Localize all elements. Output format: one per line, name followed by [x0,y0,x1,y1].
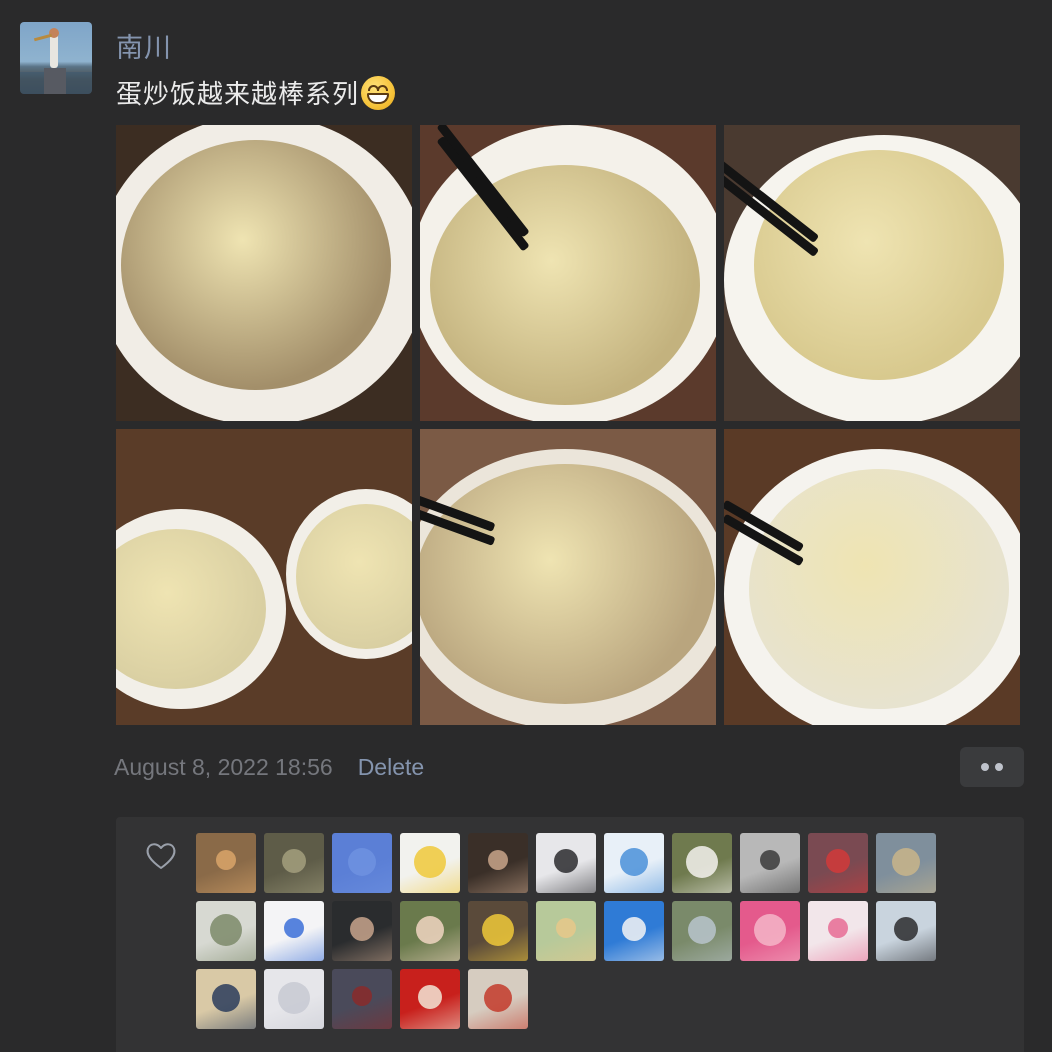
photo-fried-rice-4[interactable] [116,429,412,725]
avatar-subject-shape [414,846,446,879]
liker-avatar-child-park[interactable] [536,901,596,961]
liker-avatar-girl-bob[interactable] [876,901,936,961]
author-name[interactable]: 南川 [116,26,172,65]
grinning-face-emoji-icon [361,75,396,110]
avatar-subject-shape [556,918,576,939]
avatar-subject-shape [284,918,304,939]
fried-rice-shape [420,464,715,704]
avatar-subject-shape [348,847,376,876]
liker-avatar-forest[interactable] [264,833,324,893]
avatar-subject-shape [282,849,306,873]
liker-avatar-toddler[interactable] [468,969,528,1029]
heart-outline-icon [146,843,176,869]
liker-avatar-geese[interactable] [196,901,256,961]
avatar-pillar [44,68,66,94]
avatar-subject-shape [216,850,236,871]
avatar-subject-shape [482,914,514,947]
avatar-subject-shape [352,986,372,1007]
delete-button[interactable]: Delete [358,754,424,781]
fried-rice-shape [749,469,1009,709]
post-meta: August 8, 2022 18:56 Delete [114,754,424,781]
liker-avatar-white-dog[interactable] [672,833,732,893]
avatar-subject-shape [554,849,578,873]
liker-avatar-beach[interactable] [876,833,936,893]
liker-avatar-shiba[interactable] [196,833,256,893]
liker-avatar-pink-hat[interactable] [740,901,800,961]
avatar-figure [50,34,58,68]
avatar-subject-shape [754,914,786,947]
liker-avatar-cartoon-smile[interactable] [400,833,460,893]
moments-post: 南川 蛋炒饭越来越棒系列 August 8, 2022 18:56 Delete [0,0,1052,1052]
liker-avatar-grid [196,833,936,1029]
liker-avatar-field[interactable] [672,901,732,961]
liker-avatar-woman-dark[interactable] [332,901,392,961]
liker-avatar-basketball-kid[interactable] [332,969,392,1029]
liker-avatar-smiling-woman[interactable] [400,901,460,961]
more-button[interactable] [960,747,1024,787]
avatar-subject-shape [828,918,848,939]
avatar-subject-shape [688,915,716,944]
avatar-subject-shape [620,847,648,876]
likes-panel [116,817,1024,1052]
photo-fried-rice-3[interactable] [724,125,1020,421]
avatar-subject-shape [212,983,240,1012]
fried-rice-shape [430,165,700,405]
liker-avatar-bw-woman[interactable] [740,833,800,893]
liker-avatar-dragon-cartoon[interactable] [604,901,664,961]
avatar-subject-shape [484,983,512,1012]
liker-avatar-portrait-woman[interactable] [536,833,596,893]
photo-fried-rice-2[interactable] [420,125,716,421]
fried-rice-shape [121,140,391,390]
photo-fried-rice-5[interactable] [420,429,716,725]
post-timestamp: August 8, 2022 18:56 [114,754,333,780]
liker-avatar-sunglasses[interactable] [196,969,256,1029]
avatar-subject-shape [278,982,310,1015]
liker-avatar-anime-pink[interactable] [808,901,868,961]
caption-text: 蛋炒饭越来越棒系列 [116,79,360,109]
liker-avatar-red-art[interactable] [400,969,460,1029]
avatar-subject-shape [416,915,444,944]
liker-avatar-blue-sky[interactable] [332,833,392,893]
author-avatar[interactable] [20,22,92,94]
avatar-subject-shape [760,850,780,871]
liker-avatar-doraemon[interactable] [604,833,664,893]
photo-grid [116,125,1020,725]
liker-avatar-santa-girl[interactable] [808,833,868,893]
avatar-subject-shape [622,917,646,941]
fried-rice-shape [754,150,1004,380]
photo-fried-rice-1[interactable] [116,125,412,421]
liker-avatar-boy-yellow[interactable] [468,901,528,961]
avatar-subject-shape [418,985,442,1009]
avatar-subject-shape [350,917,374,941]
more-dots-icon [981,763,989,771]
avatar-subject-shape [894,917,918,941]
more-dots-icon [995,763,1003,771]
post-caption: 蛋炒饭越来越棒系列 [116,74,396,111]
avatar-subject-shape [210,914,242,947]
avatar-subject-shape [686,846,718,879]
avatar-subject-shape [892,847,920,876]
avatar-subject-shape [488,850,508,871]
avatar-subject-shape [826,849,850,873]
liker-avatar-old-man[interactable] [468,833,528,893]
photo-fried-rice-6[interactable] [724,429,1020,725]
liker-avatar-blue-blob[interactable] [264,901,324,961]
liker-avatar-ballet-girl[interactable] [264,969,324,1029]
